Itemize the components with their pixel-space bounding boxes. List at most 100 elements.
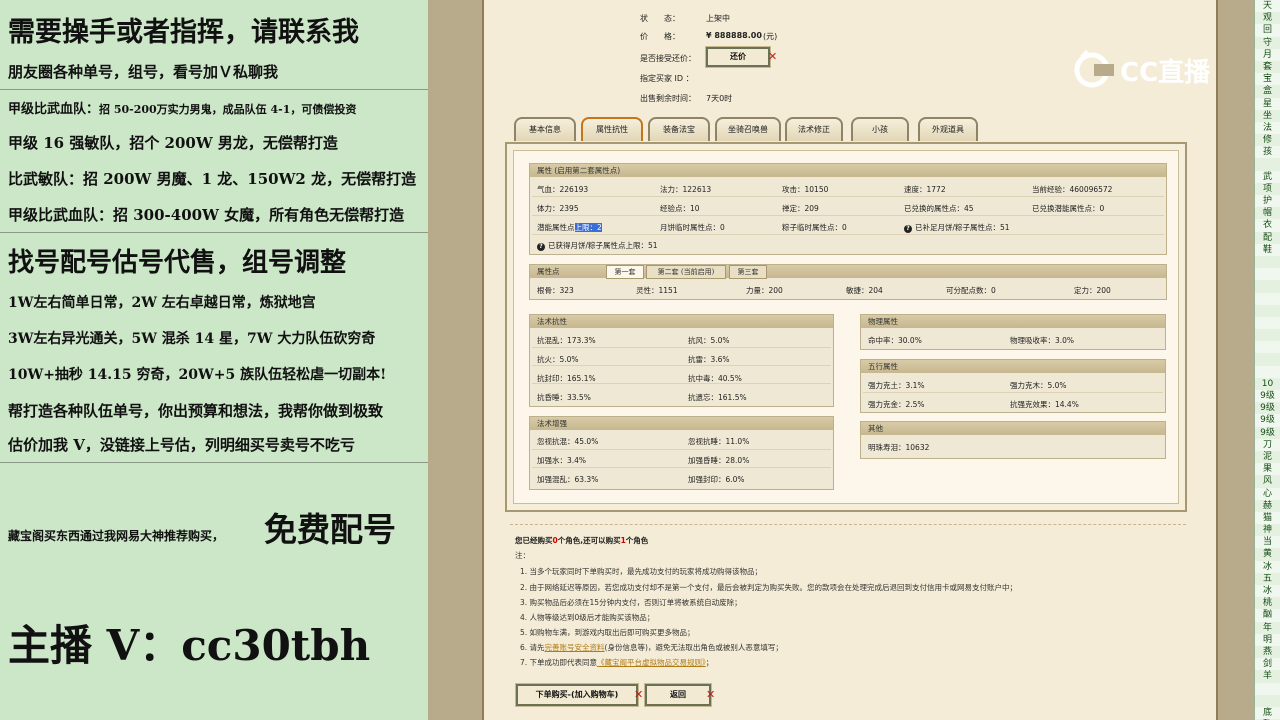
- spell-enhance-header: 法术增强: [530, 417, 833, 430]
- status-value: 上架中: [706, 14, 730, 23]
- side-strip-item: 项: [1255, 182, 1280, 195]
- tab-attributes[interactable]: 属性抗性: [581, 117, 643, 141]
- attribute-header: 属性 (启用第二套属性点): [530, 164, 1166, 177]
- side-strip-item: [1255, 255, 1280, 269]
- attr-exp-points: 经验点：10: [660, 204, 700, 213]
- side-strip-item: 9级: [1260, 415, 1275, 426]
- side-strip-item: 坐: [1255, 109, 1280, 122]
- attr-cap: ? 已获得月饼/粽子属性点上限：51: [537, 240, 658, 251]
- help-icon[interactable]: ?: [537, 243, 545, 251]
- attr-exp: 当前经验：460096572: [1032, 185, 1113, 194]
- logo-text: CC直播: [1120, 58, 1211, 88]
- cc-logo-icon: [1074, 50, 1114, 88]
- attr-stamina: 体力：2395: [537, 204, 579, 213]
- side-strip-item: [1255, 268, 1280, 280]
- other-section: 其他: [860, 421, 1166, 459]
- note-1: 1. 当多个玩家同时下单购买时，最先成功支付的玩家将成功购得该物品；: [520, 567, 763, 576]
- attr-filled-text: 已补足月饼/粽子属性点：51: [915, 223, 1010, 232]
- tab-mounts-pets[interactable]: 坐骑召唤兽: [715, 117, 781, 141]
- physical-header: 物理属性: [861, 315, 1165, 328]
- side-chat-strip: 天观回守月套宝盒星坐法修孩武项护帽衣配鞋 10 9级 9级 9级 9级刀泥果风心赫猫神当黄…: [1254, 0, 1280, 720]
- side-strip-item: 宝: [1262, 74, 1272, 85]
- side-strip-item: 当: [1262, 537, 1272, 548]
- other-header: 其他: [861, 422, 1165, 435]
- physical-cell: 命中率：30.0%: [868, 336, 922, 345]
- side-strip-item: [1255, 341, 1280, 353]
- security-info-link[interactable]: 完善账号安全资料: [545, 643, 605, 652]
- side-strip-item: 桃: [1255, 597, 1280, 610]
- physical-cell: 物理吸收率：3.0%: [1010, 336, 1075, 345]
- price-value: ¥ 888888.00: [706, 31, 762, 40]
- overlay-line-10: 10W+抽秒 14.15 穷奇，20W+5 族队伍轻松虐一切副本!: [8, 367, 387, 383]
- side-strip-item: [1255, 280, 1280, 293]
- side-strip-item: [1255, 366, 1280, 378]
- side-strip-item: 燕: [1255, 645, 1280, 659]
- side-strip-item: 月: [1262, 49, 1272, 60]
- side-strip-item: 护: [1262, 196, 1272, 206]
- side-strip-item: 果: [1262, 464, 1272, 475]
- tab-equipment[interactable]: 装备法宝: [648, 117, 710, 141]
- bargain-close-icon: ✕: [768, 50, 778, 63]
- note-4: 4. 人物等级达到0级后才能购买该物品；: [520, 613, 655, 622]
- side-strip-item: 泥: [1255, 450, 1280, 464]
- side-strip-item: 心: [1262, 488, 1272, 499]
- side-strip-item: 酗: [1262, 610, 1272, 621]
- side-strip-item: 套: [1255, 60, 1280, 74]
- point-agility: 敏捷：204: [846, 286, 883, 295]
- cc-live-logo: CC直播: [1072, 44, 1240, 94]
- enhance-cell: 加强封印：6.0%: [688, 475, 745, 484]
- help-icon[interactable]: ?: [904, 225, 912, 233]
- bargain-button[interactable]: 还价: [705, 46, 771, 68]
- side-strip-item: 9级: [1260, 391, 1275, 401]
- tab-basic-info[interactable]: 基本信息: [514, 117, 576, 141]
- window-frame-right: [1218, 0, 1254, 720]
- overlay-streamer-contact: 主播 V：cc30tbh: [8, 621, 371, 670]
- side-strip-item: [1255, 158, 1280, 171]
- tab-point-set-2[interactable]: 第二套 (当前启用): [646, 265, 726, 279]
- note-7: 7. 下单成功即代表同意《藏宝阁平台虚拟物品交易规则》；: [520, 658, 714, 667]
- back-close-icon: ✕: [706, 688, 716, 701]
- streamer-overlay-panel: 需要操手或者指挥，请联系我 朋友圈各种单号，组号，看号加Ｖ私聊我 甲级比武血队：…: [0, 0, 428, 720]
- side-strip-item: 黄: [1255, 548, 1280, 561]
- tab-point-set-1[interactable]: 第一套: [606, 265, 644, 279]
- overlay-line-9: 3W左右异光通关，5W 混杀 14 星，7W 大力队伍砍穷奇: [8, 331, 376, 347]
- side-strip-item: 天: [1262, 1, 1272, 11]
- attr-cap-text: 已获得月饼/粽子属性点上限：51: [548, 241, 658, 250]
- price-unit: (元): [763, 32, 778, 41]
- side-strip-item: 回: [1262, 25, 1272, 36]
- overlay-line-12: 估价加我 V，没链接上号估，列明细买号卖号不吃亏: [8, 436, 355, 454]
- resist-cell: 抗火：5.0%: [537, 355, 579, 364]
- enhance-cell: 加强昏睡：28.0%: [688, 456, 750, 465]
- tab-children[interactable]: 小孩: [851, 117, 909, 141]
- tab-point-set-3[interactable]: 第三套: [729, 265, 767, 279]
- back-button[interactable]: 返回: [644, 683, 712, 707]
- overlay-line-11: 帮打造各种队伍单号，你出预算和想法，我帮你做到极致: [8, 402, 384, 420]
- overlay-line-3-body: 招 50-200万实力男鬼，成品队伍 4-1，可债偿投资: [99, 103, 357, 116]
- note-3: 3. 购买物品后必须在15分钟内支付，否则订单将被系统自动废除；: [520, 598, 742, 607]
- side-strip-item: 明: [1262, 634, 1272, 645]
- buyer-id-label: 指定买家 ID ：: [640, 74, 694, 83]
- remain-time-value: 7天0时: [706, 94, 733, 103]
- overlay-line-5: 比武敏队：招 200W 男魔、1 龙、150W2 龙，无偿帮打造: [8, 170, 417, 188]
- side-strip-item: 剑: [1262, 659, 1272, 670]
- attr-speed: 速度：1772: [904, 185, 946, 194]
- resist-cell: 抗风：5.0%: [688, 336, 730, 345]
- side-strip-item: 猫: [1262, 512, 1272, 523]
- tab-spell-mod[interactable]: 法术修正: [785, 117, 843, 141]
- buy-button[interactable]: 下单购买-(加入购物车): [515, 683, 639, 707]
- attribute-row: [532, 218, 1164, 235]
- notes-title: 注：: [515, 551, 530, 560]
- enhance-cell: 加强混乱：63.3%: [537, 475, 599, 484]
- side-strip-item: [1255, 329, 1280, 342]
- overlay-line-2: 朋友圈各种单号，组号，看号加Ｖ私聊我: [8, 63, 279, 81]
- overlay-line-7: 找号配号估号代售，组号调整: [8, 248, 347, 278]
- side-strip-item: 武: [1262, 171, 1272, 182]
- overlay-line-3: 甲级比武血队：招 50-200万实力男鬼，成品队伍 4-1，可债偿投资: [8, 98, 356, 117]
- attr-hp: 气血：226193: [537, 185, 589, 194]
- side-strip-item: [1255, 304, 1280, 317]
- tab-appearance[interactable]: 外观道具: [918, 117, 978, 141]
- side-strip-item: 鞋: [1262, 244, 1272, 255]
- resist-cell: 抗中毒：40.5%: [688, 374, 742, 383]
- side-strip-item: [1255, 683, 1280, 695]
- trade-rules-link[interactable]: 《藏宝阁平台虚拟物品交易规则》: [597, 658, 706, 667]
